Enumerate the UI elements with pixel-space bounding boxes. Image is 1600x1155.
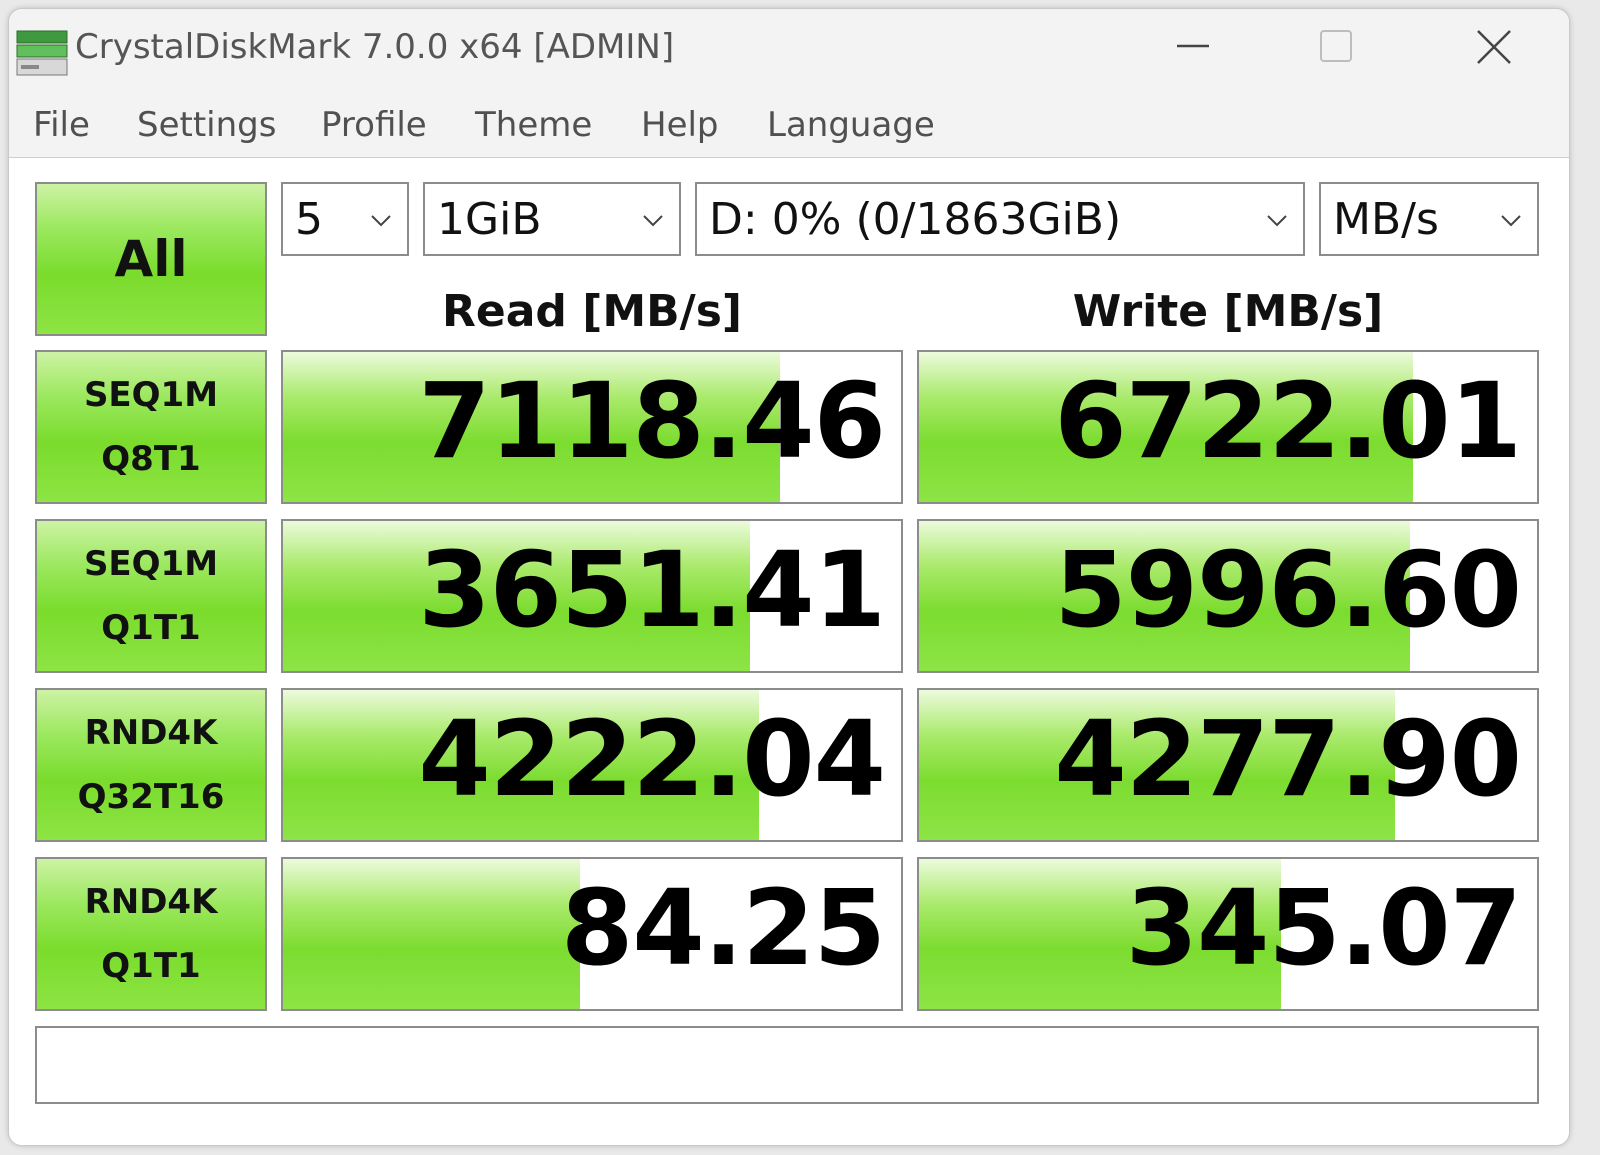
test-count-value: 5 [295,194,323,245]
crystaldiskmark-drive-icon [16,30,68,76]
test-count-select[interactable]: 5 [281,182,409,256]
read-value: 84.25 [561,867,886,989]
menu-file[interactable]: File [33,105,90,145]
write-value: 6722.01 [1054,360,1522,482]
test-name-line2: Q1T1 [101,608,201,648]
write-value: 5996.60 [1054,529,1522,651]
title-bar[interactable]: CrystalDiskMark 7.0.0 x64 [ADMIN] [9,9,1569,87]
chevron-down-icon [371,215,391,227]
menu-settings[interactable]: Settings [137,105,276,145]
read-value: 7118.46 [418,360,886,482]
read-result-rnd4k-q32t16: 4222.04 [281,688,903,842]
drive-value: D: 0% (0/1863GiB) [709,194,1122,245]
test-size-select[interactable]: 1GiB [423,182,681,256]
test-button-rnd4k-q32t16[interactable]: RND4K Q32T16 [35,688,267,842]
write-value: 345.07 [1125,867,1522,989]
chevron-down-icon [643,215,663,227]
write-result-seq1m-q8t1: 6722.01 [917,350,1539,504]
menu-bar: File Settings Profile Theme Help Languag… [9,87,1569,158]
menu-help[interactable]: Help [641,105,719,145]
app-window: CrystalDiskMark 7.0.0 x64 [ADMIN] File S… [8,8,1570,1146]
test-name-line2: Q32T16 [77,777,225,817]
write-result-rnd4k-q32t16: 4277.90 [917,688,1539,842]
read-value: 4222.04 [418,698,886,820]
test-button-seq1m-q8t1[interactable]: SEQ1M Q8T1 [35,350,267,504]
close-icon [1477,30,1511,64]
comment-field[interactable] [35,1026,1539,1104]
window-title: CrystalDiskMark 7.0.0 x64 [ADMIN] [75,27,675,67]
test-name-line1: RND4K [84,713,218,753]
chevron-down-icon [1501,215,1521,227]
test-name-line2: Q1T1 [101,946,201,986]
maximize-icon [1320,30,1352,62]
test-button-rnd4k-q1t1[interactable]: RND4K Q1T1 [35,857,267,1011]
benchmark-panel: All 5 1GiB D: 0% (0/1863GiB) MB/s Read [… [9,158,1569,1145]
read-value: 3651.41 [418,529,886,651]
maximize-button[interactable] [1281,9,1391,87]
minimize-button[interactable] [1133,9,1243,87]
chevron-down-icon [1267,215,1287,227]
write-result-seq1m-q1t1: 5996.60 [917,519,1539,673]
write-value: 4277.90 [1054,698,1522,820]
menu-profile[interactable]: Profile [321,105,427,145]
write-result-rnd4k-q1t1: 345.07 [917,857,1539,1011]
all-tests-label: All [114,230,188,288]
test-name-line1: SEQ1M [83,544,219,584]
test-name-line2: Q8T1 [101,439,201,479]
close-button[interactable] [1431,9,1541,87]
read-result-rnd4k-q1t1: 84.25 [281,857,903,1011]
unit-value: MB/s [1333,194,1439,245]
write-column-header: Write [MB/s] [1072,286,1384,337]
minimize-icon [1177,44,1209,48]
test-button-seq1m-q1t1[interactable]: SEQ1M Q1T1 [35,519,267,673]
test-name-line1: SEQ1M [83,375,219,415]
test-name-line1: RND4K [84,882,218,922]
read-result-seq1m-q1t1: 3651.41 [281,519,903,673]
test-size-value: 1GiB [437,194,542,245]
menu-theme[interactable]: Theme [475,105,592,145]
drive-select[interactable]: D: 0% (0/1863GiB) [695,182,1305,256]
all-tests-button[interactable]: All [35,182,267,336]
read-result-seq1m-q8t1: 7118.46 [281,350,903,504]
read-column-header: Read [MB/s] [441,286,743,337]
menu-language[interactable]: Language [767,105,935,145]
read-bar-fill [283,859,580,1009]
unit-select[interactable]: MB/s [1319,182,1539,256]
